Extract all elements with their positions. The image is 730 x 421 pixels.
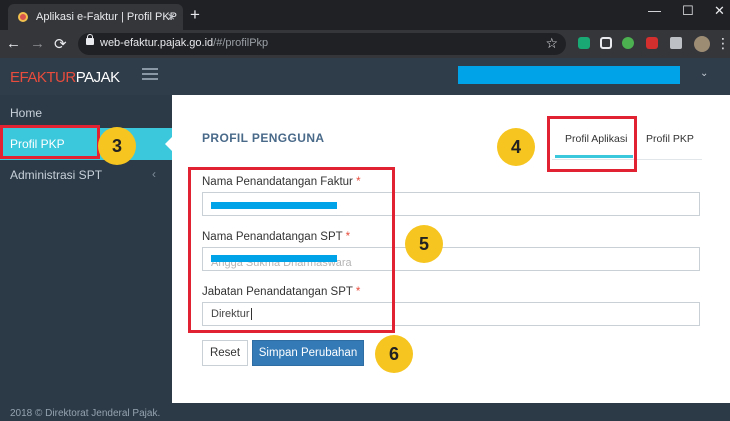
- lock-icon: [86, 34, 94, 45]
- user-name-redacted[interactable]: [458, 66, 680, 84]
- annotation-badge-4: 4: [497, 128, 535, 166]
- close-window-icon[interactable]: ✕: [714, 3, 725, 19]
- shield-extension-icon[interactable]: [578, 37, 590, 49]
- puzzle-extensions-icon[interactable]: [670, 37, 682, 49]
- annotation-badge-5: 5: [405, 225, 443, 263]
- page-title: PROFIL PENGGUNA: [202, 131, 325, 145]
- address-bar[interactable]: web-efaktur.pajak.go.id/#/profilPkp ☆: [78, 33, 566, 55]
- browser-toolbar: ← → ⟳ web-efaktur.pajak.go.id/#/profilPk…: [0, 30, 730, 58]
- maximize-icon[interactable]: ☐: [682, 3, 694, 19]
- annotation-box-sidebar: [0, 125, 100, 159]
- browser-tab-bar: Aplikasi e-Faktur | Profil PKP × + — ☐ ✕: [0, 0, 730, 30]
- minimize-icon[interactable]: —: [648, 3, 661, 18]
- reset-button[interactable]: Reset: [202, 340, 248, 366]
- annotation-box-form: [188, 167, 395, 333]
- annotation-badge-3: 3: [98, 127, 136, 165]
- browser-menu-icon[interactable]: ⋮: [716, 35, 730, 52]
- annotation-badge-6: 6: [375, 335, 413, 373]
- url-text: web-efaktur.pajak.go.id/#/profilPkp: [100, 37, 269, 49]
- sidebar-item-label: Home: [10, 106, 43, 120]
- pocket-extension-icon[interactable]: [600, 37, 612, 49]
- close-tab-icon[interactable]: ×: [167, 9, 175, 24]
- browser-tab-title: Aplikasi e-Faktur | Profil PKP: [36, 11, 178, 23]
- chevron-left-icon: ‹: [152, 167, 156, 181]
- favicon-icon: [18, 12, 28, 22]
- back-icon[interactable]: ←: [6, 35, 21, 52]
- profile-avatar[interactable]: [694, 36, 710, 52]
- footer-copyright: 2018 © Direktorat Jenderal Pajak.: [10, 408, 161, 419]
- reload-icon[interactable]: ⟳: [54, 35, 67, 53]
- app-header: EFAKTURPAJAK ⌄: [0, 58, 730, 95]
- new-tab-button[interactable]: +: [190, 5, 200, 25]
- annotation-box-tab: [547, 116, 637, 172]
- save-button[interactable]: Simpan Perubahan: [252, 340, 364, 366]
- app-logo[interactable]: EFAKTURPAJAK: [10, 69, 120, 86]
- tab-profil-pkp[interactable]: Profil PKP: [646, 133, 694, 145]
- bookmark-star-icon[interactable]: ☆: [545, 35, 558, 52]
- pdf-extension-icon[interactable]: [646, 37, 658, 49]
- user-dropdown-chevron-icon[interactable]: ⌄: [700, 68, 708, 79]
- browser-tab[interactable]: Aplikasi e-Faktur | Profil PKP ×: [8, 4, 183, 30]
- sidebar-item-administrasi-spt[interactable]: Administrasi SPT ‹: [0, 159, 172, 191]
- active-notch: [165, 137, 172, 151]
- sidebar-item-label: Administrasi SPT: [10, 168, 103, 182]
- color-extension-icon[interactable]: [622, 37, 634, 49]
- hamburger-menu-icon[interactable]: [142, 68, 158, 80]
- forward-icon[interactable]: →: [30, 35, 45, 52]
